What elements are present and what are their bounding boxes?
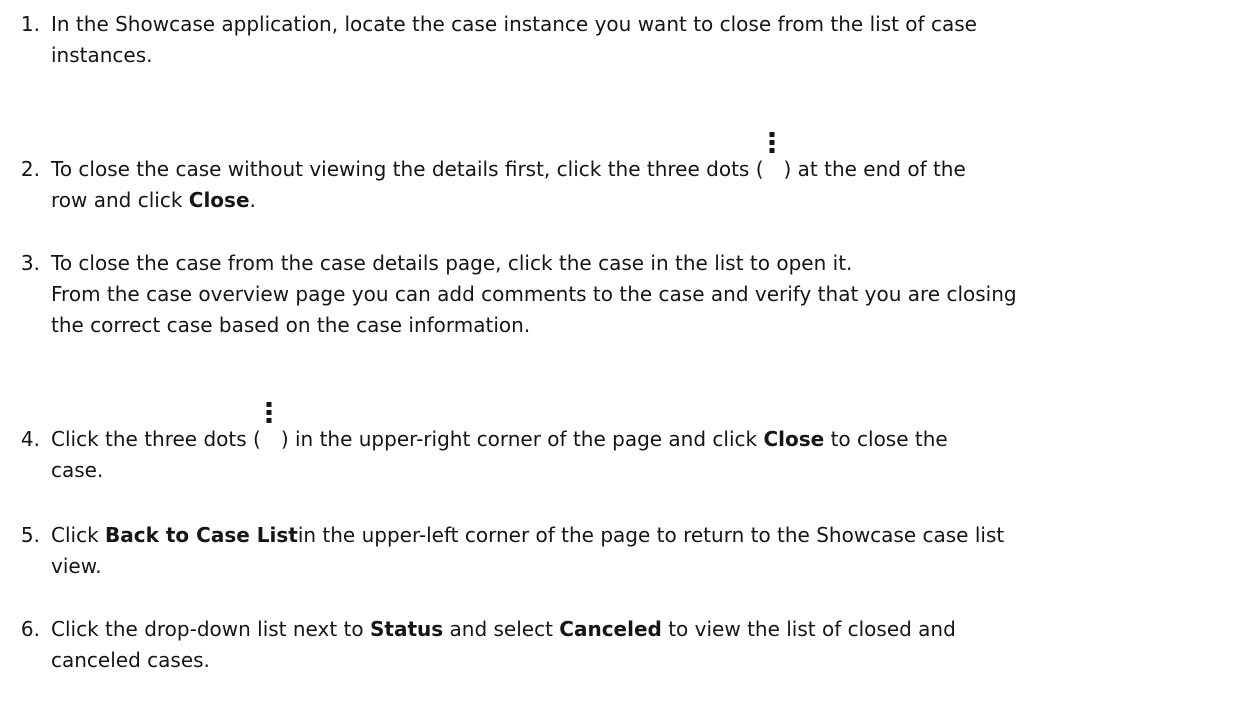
- step-text: Click the drop-down list next to Status …: [51, 614, 1221, 676]
- step-text-line: To close the case from the case details …: [51, 251, 853, 275]
- step-text-line: Click the drop-down list next to Status …: [51, 617, 956, 641]
- step-text: To close the case without viewing the de…: [51, 132, 1221, 216]
- step-text-line: Click the three dots () in the upper-rig…: [51, 402, 1221, 455]
- step-text-line: the correct case based on the case infor…: [51, 313, 531, 337]
- step-text-line: row and click Close.: [51, 188, 256, 212]
- step-number: 2.: [20, 157, 40, 181]
- step-number: 5.: [20, 523, 40, 547]
- step-text-line: case.: [51, 458, 104, 482]
- step-text-line: In the Showcase application, locate the …: [51, 12, 977, 36]
- ui-term-status: Status: [369, 617, 444, 641]
- step-text-line: canceled cases.: [51, 648, 210, 672]
- ui-term-close: Close: [763, 427, 825, 451]
- ui-term-canceled: Canceled: [559, 617, 662, 641]
- step-text: To close the case from the case details …: [51, 248, 1221, 341]
- step-number: 1.: [20, 12, 40, 36]
- document-body: 1. In the Showcase application, locate t…: [0, 0, 1244, 707]
- step-number: 6.: [20, 617, 40, 641]
- step-text-line: Click Back to Case Listin the upper-left…: [51, 523, 1005, 547]
- step-text: Click the three dots () in the upper-rig…: [51, 402, 1221, 486]
- kebab-vertical-icon: [261, 402, 281, 446]
- step-number: 4.: [20, 427, 40, 451]
- ui-term-close: Close: [188, 188, 250, 212]
- step-text-line: view.: [51, 554, 102, 578]
- ui-term-back-to-case-list: Back to Case List: [105, 523, 298, 547]
- step-text: Click Back to Case Listin the upper-left…: [51, 520, 1221, 582]
- step-text: In the Showcase application, locate the …: [51, 9, 1221, 71]
- step-text-line: To close the case without viewing the de…: [51, 132, 1221, 185]
- step-text-line: From the case overview page you can add …: [51, 282, 1017, 306]
- kebab-vertical-icon: [764, 132, 784, 176]
- step-number: 3.: [20, 251, 40, 275]
- step-text-line: instances.: [51, 43, 153, 67]
